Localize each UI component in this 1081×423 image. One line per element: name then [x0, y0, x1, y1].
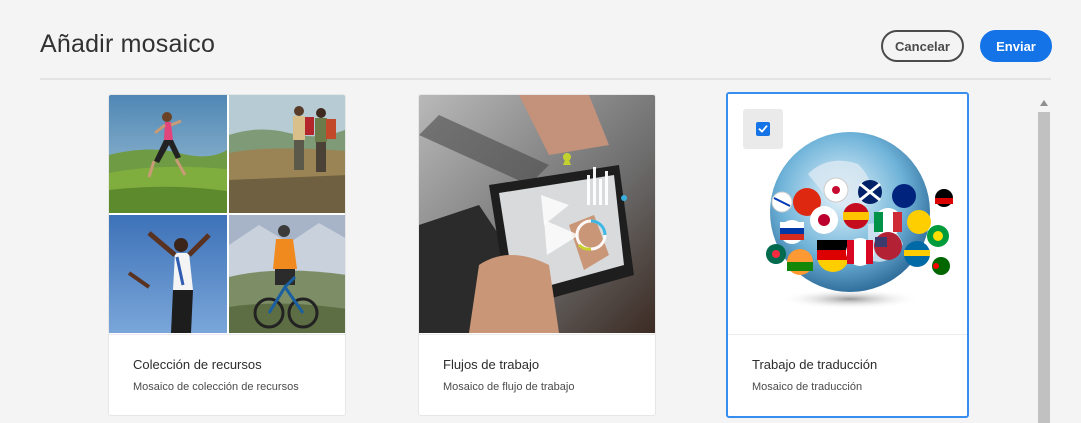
- card-title: Flujos de trabajo: [443, 357, 540, 372]
- scroll-up-arrow-icon[interactable]: [1040, 100, 1048, 106]
- vertical-scrollbar[interactable]: [1037, 96, 1051, 423]
- card-title: Colección de recursos: [133, 357, 262, 372]
- submit-button[interactable]: Enviar: [980, 30, 1052, 62]
- hikers-photo: [229, 95, 345, 213]
- card-workflows[interactable]: Flujos de trabajo Mosaico de flujo de tr…: [418, 94, 656, 416]
- card-subtitle: Mosaico de colección de recursos: [133, 381, 299, 393]
- runner-photo: [109, 95, 227, 213]
- card-asset-collection[interactable]: Colección de recursos Mosaico de colecci…: [108, 94, 346, 416]
- header-divider: [40, 78, 1051, 80]
- card-title: Trabajo de traducción: [752, 357, 878, 372]
- cancel-button[interactable]: Cancelar: [881, 30, 964, 62]
- asset-collection-thumbnail: [109, 95, 345, 333]
- card-info: Colección de recursos Mosaico de colecci…: [109, 334, 345, 415]
- card-info: Trabajo de traducción Mosaico de traducc…: [728, 334, 967, 416]
- translation-thumbnail: [728, 94, 967, 334]
- selected-checkbox[interactable]: [756, 122, 770, 136]
- scroll-thumb[interactable]: [1038, 112, 1050, 423]
- card-subtitle: Mosaico de traducción: [752, 381, 863, 393]
- selection-checkbox-container[interactable]: [743, 109, 783, 149]
- workflows-thumbnail: [419, 95, 655, 333]
- cyclist-photo: [229, 215, 345, 333]
- card-translation-job[interactable]: Trabajo de traducción Mosaico de traducc…: [726, 92, 969, 418]
- card-subtitle: Mosaico de flujo de trabajo: [443, 381, 575, 393]
- page-title: Añadir mosaico: [40, 30, 216, 58]
- card-info: Flujos de trabajo Mosaico de flujo de tr…: [419, 334, 655, 415]
- checkmark-icon: [758, 125, 768, 133]
- athlete-photo: [109, 215, 227, 333]
